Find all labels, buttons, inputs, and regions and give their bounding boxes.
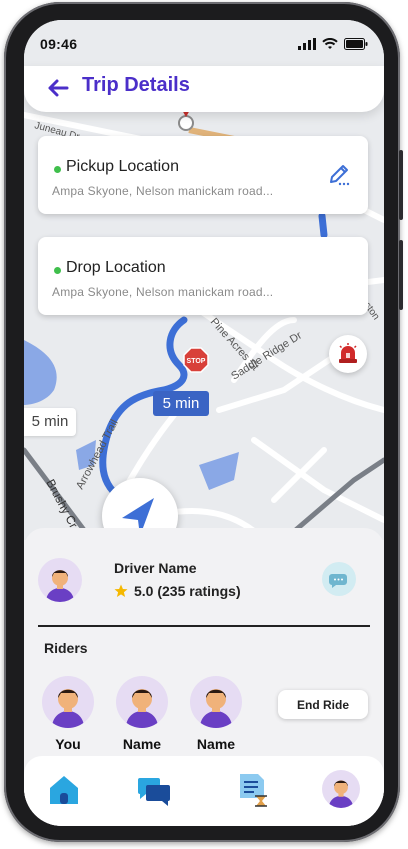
side-button <box>399 150 403 220</box>
water-area <box>199 452 239 490</box>
pickup-location-card[interactable]: Pickup Location Ampa Skyone, Nelson mani… <box>38 136 368 214</box>
end-ride-button[interactable]: End Ride <box>278 690 368 719</box>
emergency-button[interactable] <box>329 335 367 373</box>
rider-avatar <box>190 676 242 728</box>
nav-profile[interactable] <box>322 770 362 810</box>
person-avatar-icon <box>200 689 232 728</box>
edit-pencil-icon[interactable] <box>326 162 352 188</box>
side-button <box>399 240 403 310</box>
drop-location-card[interactable]: Drop Location Ampa Skyone, Nelson manick… <box>38 237 368 315</box>
stop-sign-marker: STOP <box>183 347 209 373</box>
driver-name: Driver Name <box>114 560 197 576</box>
nav-trip-history[interactable] <box>232 770 272 810</box>
driver-rating: 5.0 (235 ratings) <box>114 583 241 599</box>
nav-home[interactable] <box>44 770 84 810</box>
status-time: 09:46 <box>40 36 78 52</box>
rider-item[interactable]: Name <box>190 676 244 752</box>
back-arrow-icon[interactable] <box>46 76 70 100</box>
bottom-navigation <box>24 756 384 826</box>
riders-title: Riders <box>44 640 88 656</box>
siren-icon <box>339 343 357 363</box>
home-icon <box>50 776 78 804</box>
drop-address: Ampa Skyone, Nelson manickam road... <box>52 285 274 299</box>
person-avatar-icon <box>46 570 74 602</box>
drop-label: Drop Location <box>66 259 166 276</box>
app-screen: Juneau Dr Pine Acres St Saddle Ridge Dr … <box>24 20 384 826</box>
nav-messages[interactable] <box>134 770 174 810</box>
person-avatar-icon <box>126 689 158 728</box>
pickup-marker <box>178 115 194 131</box>
eta-chip: 5 min <box>153 391 209 416</box>
signal-icon <box>298 38 316 50</box>
page-title: Trip Details <box>82 74 190 96</box>
star-icon <box>114 584 128 597</box>
profile-icon <box>328 780 354 808</box>
wifi-icon <box>322 38 338 49</box>
drop-dot <box>54 267 61 274</box>
app-header: Trip Details <box>24 66 384 112</box>
section-divider <box>38 625 370 627</box>
trip-history-icon <box>240 774 267 807</box>
profile-avatar <box>322 770 360 808</box>
rider-item[interactable]: You <box>42 676 96 752</box>
chat-bubbles-icon <box>329 574 347 588</box>
chat-icon <box>138 778 170 806</box>
battery-icon <box>344 38 368 50</box>
rider-name: You <box>55 736 81 752</box>
rider-name: Name <box>122 736 162 752</box>
pickup-address: Ampa Skyone, Nelson manickam road... <box>52 184 274 198</box>
svg-text:STOP: STOP <box>187 358 206 365</box>
pickup-dot <box>54 166 61 173</box>
chat-driver-button[interactable] <box>322 562 356 596</box>
water-area <box>24 340 57 405</box>
eta-side-chip: 5 min <box>24 408 76 436</box>
rider-item[interactable]: Name <box>116 676 170 752</box>
driver-avatar[interactable] <box>38 558 82 602</box>
rider-name: Name <box>196 736 236 752</box>
rider-avatar <box>116 676 168 728</box>
status-bar: 09:46 <box>24 20 384 66</box>
rating-text: 5.0 (235 ratings) <box>134 583 241 599</box>
person-avatar-icon <box>52 689 84 728</box>
rider-avatar <box>42 676 94 728</box>
pickup-label: Pickup Location <box>66 158 179 175</box>
route-line <box>318 212 328 239</box>
